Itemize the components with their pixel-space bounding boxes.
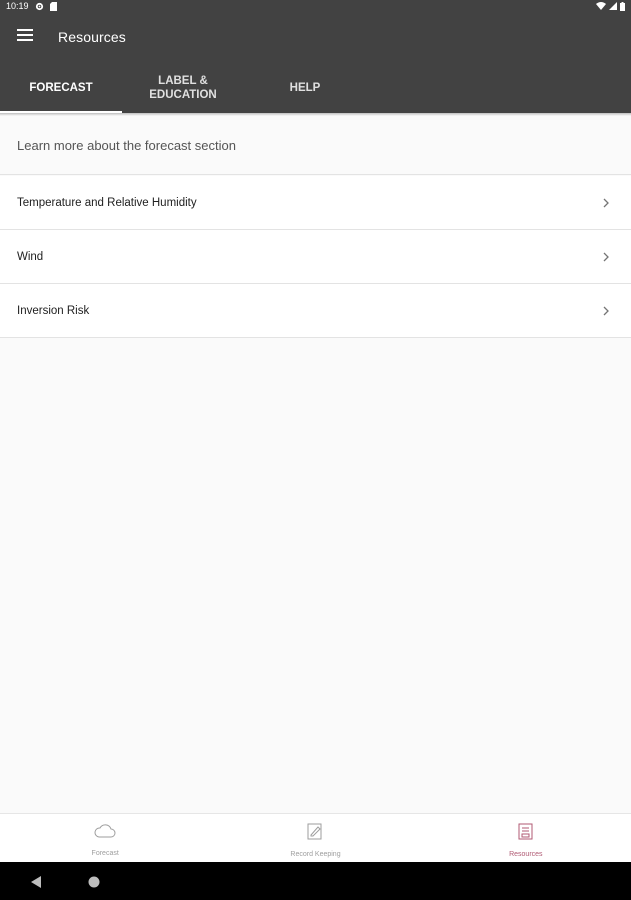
wifi-icon [596, 2, 606, 10]
tab-bar: FORECAST LABEL & EDUCATION HELP [0, 62, 631, 113]
resource-list: Temperature and Relative Humidity Wind I… [0, 176, 631, 338]
list-item-inversion-risk[interactable]: Inversion Risk [0, 284, 631, 338]
back-icon[interactable] [31, 875, 42, 893]
bottom-navigation: Forecast Record Keeping Resources [0, 813, 631, 862]
hamburger-menu-icon [17, 28, 33, 46]
system-navigation-bar [0, 862, 631, 900]
tab-forecast[interactable]: FORECAST [0, 62, 122, 113]
tab-label: LABEL & EDUCATION [149, 74, 217, 101]
nav-label: Resources [509, 851, 543, 858]
list-item-wind[interactable]: Wind [0, 230, 631, 284]
nav-forecast[interactable]: Forecast [0, 814, 210, 862]
home-icon[interactable] [88, 875, 100, 893]
tab-help[interactable]: HELP [244, 62, 366, 113]
list-item-temperature-humidity[interactable]: Temperature and Relative Humidity [0, 176, 631, 230]
chevron-right-icon [601, 252, 611, 262]
nav-label: Forecast [91, 850, 119, 857]
battery-icon [620, 1, 625, 11]
section-header: Learn more about the forecast section [0, 116, 631, 175]
book-icon [518, 823, 534, 845]
cloud-icon [94, 823, 116, 844]
clock: 10:19 [6, 1, 29, 11]
tab-label-education[interactable]: LABEL & EDUCATION [122, 62, 244, 113]
chevron-right-icon [601, 198, 611, 208]
nav-resources[interactable]: Resources [421, 814, 631, 862]
menu-button[interactable] [0, 12, 50, 62]
signal-icon [609, 2, 617, 10]
nav-label: Record Keeping [290, 851, 341, 858]
page-title: Resources [58, 29, 126, 45]
status-bar: 10:19 [0, 0, 631, 12]
tab-label: HELP [289, 81, 321, 94]
edit-note-icon [307, 823, 323, 845]
sd-card-icon [49, 1, 57, 11]
tab-label: FORECAST [29, 81, 93, 94]
settings-icon [35, 2, 44, 11]
list-item-label: Temperature and Relative Humidity [17, 196, 197, 209]
list-item-label: Wind [17, 250, 44, 263]
list-item-label: Inversion Risk [17, 304, 90, 317]
chevron-right-icon [601, 306, 611, 316]
nav-record-keeping[interactable]: Record Keeping [210, 814, 420, 862]
app-bar: Resources [0, 12, 631, 62]
